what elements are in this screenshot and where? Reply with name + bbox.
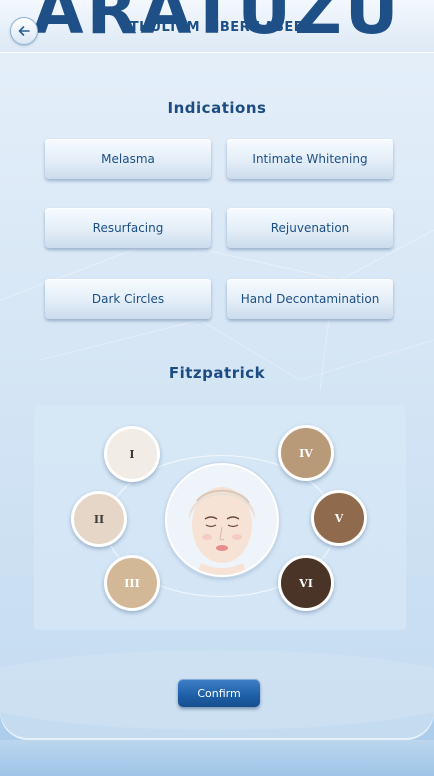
fitzpatrick-type-label: I (129, 447, 135, 461)
back-button[interactable] (10, 17, 38, 45)
indication-melasma-button[interactable]: Melasma (45, 139, 211, 179)
app-screen: ARATUZU THULIUM FIBER LASER Indications … (0, 0, 434, 776)
indications-title: Indications (167, 99, 267, 117)
indication-intimate-whitening-button[interactable]: Intimate Whitening (227, 139, 393, 179)
fitzpatrick-type-label: VI (299, 576, 313, 590)
fitzpatrick-type-label: IV (299, 446, 313, 460)
fitzpatrick-type-label: III (124, 576, 140, 590)
indication-rejuvenation-button[interactable]: Rejuvenation (227, 208, 393, 248)
fitzpatrick-type-vi[interactable]: VI (278, 555, 334, 611)
fitzpatrick-type-label: V (334, 511, 344, 525)
indication-dark-circles-button[interactable]: Dark Circles (45, 279, 211, 319)
fitzpatrick-type-iii[interactable]: III (104, 555, 160, 611)
fitzpatrick-type-ii[interactable]: II (71, 491, 127, 547)
fitzpatrick-type-iv[interactable]: IV (278, 425, 334, 481)
fitzpatrick-type-i[interactable]: I (104, 426, 160, 482)
fitzpatrick-type-v[interactable]: V (311, 490, 367, 546)
fitzpatrick-panel: I II III IV V VI (34, 405, 406, 630)
face-icon (165, 463, 279, 577)
indication-resurfacing-button[interactable]: Resurfacing (45, 208, 211, 248)
page-title: THULIUM FIBER LASER (129, 20, 305, 35)
fitzpatrick-type-label: II (93, 512, 105, 526)
indication-hand-decontamination-button[interactable]: Hand Decontamination (227, 279, 393, 319)
bottom-strip (0, 740, 434, 776)
fitzpatrick-title: Fitzpatrick (168, 364, 266, 382)
arrow-left-icon (18, 26, 30, 36)
confirm-button[interactable]: Confirm (178, 679, 260, 707)
